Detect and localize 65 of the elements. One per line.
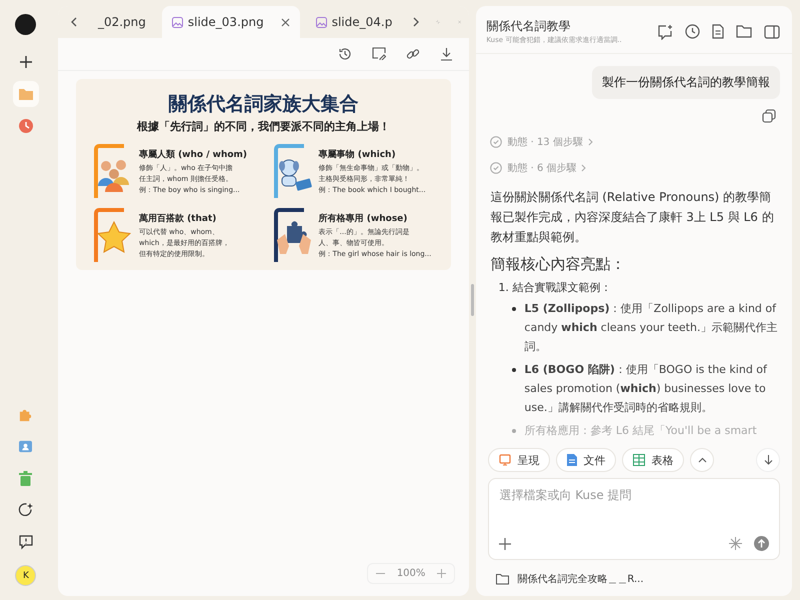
list-number: 1.: [498, 281, 509, 294]
caret-up-icon: [698, 457, 707, 463]
send-icon[interactable]: [754, 536, 769, 551]
file-tab[interactable]: slide_04.p: [306, 6, 402, 38]
document-icon[interactable]: [712, 24, 724, 39]
image-icon: [316, 16, 327, 28]
message-composer[interactable]: 選擇檔案或向 Kuse 提問: [488, 478, 780, 560]
list-item: L5 (Zollipops)：使用「Zollipops are a kind of candy which cleans your teeth.」示範關代作主詞。: [524, 301, 778, 355]
bullet-dot: [512, 368, 516, 372]
user-avatar[interactable]: K: [15, 565, 36, 586]
trash-icon: [19, 470, 32, 486]
file-tab[interactable]: slide_03.png: [162, 6, 300, 38]
plus-icon: [18, 55, 33, 69]
history-icon[interactable]: [338, 47, 352, 61]
feedback-icon: [18, 534, 34, 550]
contact-card-icon: [18, 440, 34, 452]
card-title: 萬用百搭款 (that): [138, 212, 218, 225]
quick-action-chip[interactable]: 表格: [622, 448, 684, 472]
sparkle-icon[interactable]: [729, 537, 742, 550]
project-folder[interactable]: 關係代名詞完全攻略＿＿R...: [476, 560, 792, 596]
quick-action-chip[interactable]: 呈現: [488, 448, 550, 472]
zoom-level: 100%: [396, 568, 426, 579]
table-icon: [633, 454, 646, 466]
image-icon: [172, 16, 183, 28]
list-item: L6 (BOGO 陷阱)：使用「BOGO is the kind of sales promotion (which) businesses love to use.」講解關代作受詞時的省略規則。: [524, 362, 768, 416]
arrow-down-icon: [764, 455, 772, 465]
folder-icon[interactable]: [736, 25, 752, 38]
card-title: 專屬人類 (who / whom): [138, 148, 248, 161]
check-circle-icon: [490, 162, 502, 174]
check-circle-icon: [490, 136, 502, 148]
file-tab[interactable]: _02.png: [88, 6, 156, 38]
folder-icon: [496, 574, 510, 584]
resize-handle[interactable]: [471, 284, 474, 316]
close-icon[interactable]: [280, 18, 290, 26]
download-icon[interactable]: [440, 47, 454, 61]
presentation-icon: [499, 454, 512, 466]
response-paragraph: 這份關於關係代名詞 (Relative Pronouns) 的教學簡報已製作完成，內容深度結合了康軒 3上 L5 與 L6 的教材重點與範例。: [490, 189, 775, 246]
clock-icon[interactable]: [685, 24, 700, 39]
list-item: 所有格應用：參考 L6 結尾「You'll be a smart: [524, 423, 757, 439]
new-chat-icon[interactable]: [657, 24, 673, 40]
slide-title: 關係代名詞家族大集合: [168, 92, 360, 117]
app-logo[interactable]: [15, 14, 36, 35]
card-title: 所有格專用 (whose): [318, 212, 408, 225]
copy-icon[interactable]: [762, 109, 776, 123]
user-message: 製作一份關係代名詞的教學簡報: [592, 66, 780, 99]
chat-title: 關係代名詞教學: [486, 18, 572, 35]
scroll-down-button[interactable]: [756, 448, 780, 472]
chevron-right-icon: [581, 164, 588, 172]
quick-action-chip[interactable]: 文件: [556, 448, 616, 472]
plus-icon[interactable]: [499, 538, 512, 550]
bullet-dot: [512, 429, 516, 433]
bullet-dot: [512, 307, 516, 311]
sidebar-toggle-icon[interactable]: [764, 24, 780, 38]
link-icon[interactable]: [406, 47, 420, 61]
clock-icon: [18, 118, 34, 134]
sparkle-circle-icon: [18, 502, 34, 518]
folder-icon: [18, 87, 34, 101]
chevron-right-icon: [588, 138, 594, 146]
slide-subtitle: 根據「先行詞」的不同，我們要派不同的主角上場！: [136, 119, 392, 134]
edit-image-icon[interactable]: [372, 47, 386, 60]
card-title: 專屬事物 (which): [318, 148, 397, 161]
response-heading: 簡報核心內容亮點：: [490, 255, 626, 274]
message-input[interactable]: 選擇檔案或向 Kuse 提問: [499, 487, 769, 536]
document-icon: [567, 454, 578, 466]
list-item: 結合實戰課文範例：: [512, 281, 612, 294]
